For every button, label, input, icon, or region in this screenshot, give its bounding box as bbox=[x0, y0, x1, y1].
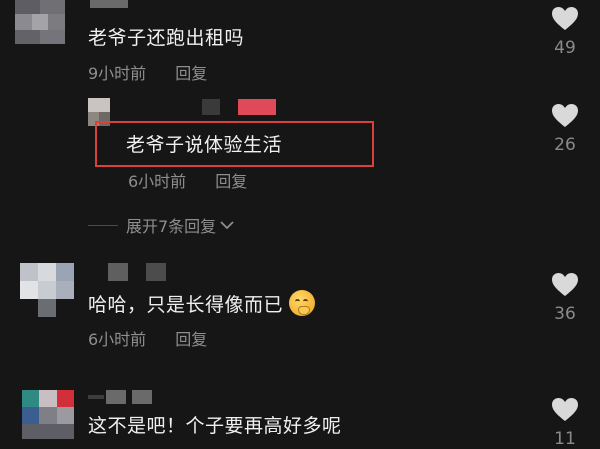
like-button[interactable]: 36 bbox=[545, 272, 585, 324]
username-redacted[interactable] bbox=[108, 263, 166, 281]
comment-time: 6小时前 bbox=[88, 330, 147, 349]
avatar[interactable] bbox=[22, 390, 74, 439]
heart-icon bbox=[552, 7, 578, 30]
like-button[interactable]: 26 bbox=[545, 103, 585, 155]
like-count: 26 bbox=[554, 135, 576, 155]
comment-meta: 9小时前 回复 bbox=[88, 64, 207, 84]
reply-button[interactable]: 回复 bbox=[175, 330, 207, 349]
username-redacted[interactable] bbox=[88, 390, 158, 404]
comment-time: 9小时前 bbox=[88, 64, 147, 83]
comment-text: 这不是吧！个子要再高好多呢 bbox=[88, 415, 342, 437]
heart-icon bbox=[552, 104, 578, 127]
reply-meta: 6小时前 回复 bbox=[128, 172, 247, 192]
reply-button[interactable]: 回复 bbox=[215, 172, 247, 191]
reply-button[interactable]: 回复 bbox=[175, 64, 207, 83]
heart-icon bbox=[552, 273, 578, 296]
comment-text: 哈哈，只是长得像而已 bbox=[88, 290, 316, 317]
comment-text-content: 哈哈，只是长得像而已 bbox=[88, 294, 284, 316]
expand-replies-label: 展开7条回复 bbox=[126, 217, 217, 236]
username-redacted[interactable] bbox=[202, 99, 276, 115]
reply-text: 老爷子说体验生活 bbox=[126, 134, 283, 156]
avatar[interactable] bbox=[20, 263, 74, 317]
heart-icon bbox=[552, 398, 578, 421]
comment-meta: 6小时前 回复 bbox=[88, 330, 207, 350]
reply-time: 6小时前 bbox=[128, 172, 187, 191]
like-button[interactable]: 49 bbox=[545, 6, 585, 58]
like-count: 49 bbox=[554, 38, 576, 58]
comment-text: 老爷子还跑出租吗 bbox=[88, 27, 245, 49]
divider-line bbox=[88, 224, 118, 226]
smirk-emoji bbox=[289, 290, 316, 316]
avatar[interactable] bbox=[15, 0, 65, 44]
like-count: 11 bbox=[554, 429, 576, 449]
username-redacted[interactable] bbox=[90, 0, 128, 8]
like-button[interactable]: 11 bbox=[545, 397, 585, 449]
like-count: 36 bbox=[554, 304, 576, 324]
expand-replies-button[interactable]: 展开7条回复 bbox=[88, 214, 234, 236]
chevron-down-icon bbox=[220, 221, 234, 230]
